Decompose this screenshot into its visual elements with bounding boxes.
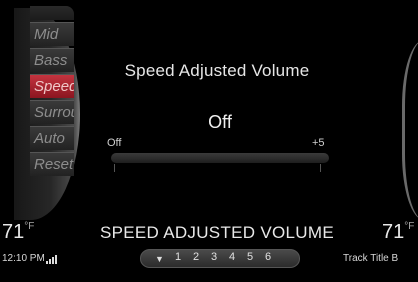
preset-6[interactable]: 6 — [265, 251, 271, 263]
slider-max-label: +5 — [312, 137, 325, 149]
page-title: Speed Adjusted Volume — [124, 61, 310, 80]
menu-item-auto[interactable]: Auto — [30, 126, 74, 150]
temperature-right[interactable]: 71°F — [382, 221, 414, 244]
temperature-right-value: 71 — [382, 221, 405, 243]
preset-2[interactable]: 2 — [193, 251, 199, 263]
setting-value: Off — [208, 112, 232, 132]
preset-3[interactable]: 3 — [211, 251, 217, 263]
temperature-left[interactable]: 71°F — [2, 221, 34, 244]
audio-menu: Mid Bass Speed Surround Auto Reset — [30, 22, 90, 222]
volume-slider[interactable] — [111, 153, 329, 163]
slider-tick-min — [114, 164, 115, 172]
slider-tick-max — [320, 164, 321, 172]
menu-top-stub — [30, 6, 74, 20]
preset-bar — [140, 249, 300, 268]
preset-4[interactable]: 4 — [229, 251, 235, 263]
temperature-left-value: 71 — [2, 221, 25, 243]
menu-item-mid[interactable]: Mid — [30, 22, 74, 46]
menu-item-surround[interactable]: Surround — [30, 100, 74, 124]
slider-min-label: Off — [107, 137, 122, 149]
display-screen: Mid Bass Speed Surround Auto Reset Speed… — [0, 0, 418, 282]
menu-item-reset[interactable]: Reset — [30, 152, 74, 176]
preset-5[interactable]: 5 — [247, 251, 253, 263]
preset-1[interactable]: 1 — [175, 251, 181, 263]
triangle-down-icon[interactable]: ▼ — [155, 254, 164, 264]
degree-unit: °F — [404, 221, 415, 232]
status-title: SPEED ADJUSTED VOLUME — [100, 223, 334, 242]
clock: 12:10 PM — [2, 253, 45, 264]
degree-unit: °F — [24, 221, 35, 232]
track-title[interactable]: Track Title B — [343, 253, 398, 264]
signal-strength-icon — [46, 254, 62, 264]
